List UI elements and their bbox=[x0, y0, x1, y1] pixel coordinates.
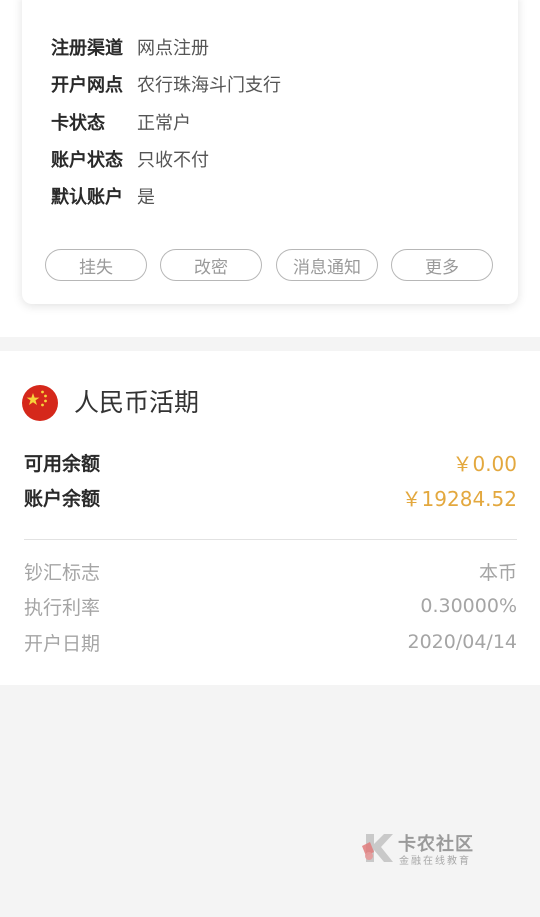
meta-label: 开户日期 bbox=[24, 632, 101, 655]
meta-value: 2020/04/14 bbox=[407, 631, 517, 653]
notification-button[interactable]: 消息通知 bbox=[276, 249, 378, 281]
info-row-card-status: 卡状态 正常户 bbox=[51, 109, 191, 135]
info-row-default-account: 默认账户 是 bbox=[51, 183, 155, 209]
rmb-current-account: 人民币活期 可用余额 ￥0.00 账户余额 ￥19284.52 钞汇标志 本币 … bbox=[0, 351, 540, 685]
watermark-subtitle: 金融在线教育 bbox=[399, 856, 471, 867]
account-balance-label: 账户余额 bbox=[24, 487, 101, 510]
available-balance-value: ￥0.00 bbox=[452, 451, 517, 476]
more-button[interactable]: 更多 bbox=[391, 249, 493, 281]
available-balance-row: 可用余额 ￥0.00 bbox=[24, 448, 517, 476]
meta-label: 钞汇标志 bbox=[24, 561, 101, 584]
section-gap bbox=[0, 337, 540, 351]
account-balance-row: 账户余额 ￥19284.52 bbox=[24, 483, 517, 511]
info-value: 正常户 bbox=[137, 113, 191, 134]
info-value: 只收不付 bbox=[137, 150, 209, 171]
account-balance-value: ￥19284.52 bbox=[401, 486, 517, 511]
info-label: 开户网点 bbox=[51, 75, 123, 96]
china-flag-icon bbox=[22, 385, 58, 421]
divider bbox=[24, 539, 517, 540]
info-row-branch: 开户网点 农行珠海斗门支行 bbox=[51, 71, 281, 97]
interest-rate-row: 执行利率 0.30000% bbox=[24, 593, 517, 619]
meta-label: 执行利率 bbox=[24, 596, 101, 619]
watermark-logo: 卡农社区 金融在线教育 bbox=[360, 828, 490, 868]
info-label: 默认账户 bbox=[51, 187, 123, 208]
currency-flag-row: 钞汇标志 本币 bbox=[24, 558, 517, 584]
info-row-register-channel: 注册渠道 网点注册 bbox=[51, 34, 209, 60]
info-label: 账户状态 bbox=[51, 150, 123, 171]
info-value: 网点注册 bbox=[137, 38, 209, 59]
card-action-buttons: 挂失 改密 消息通知 更多 bbox=[45, 249, 497, 283]
meta-value: 0.30000% bbox=[420, 595, 517, 617]
account-detail-panel: 注册渠道 网点注册 开户网点 农行珠海斗门支行 卡状态 正常户 账户状态 只收不… bbox=[0, 0, 540, 337]
info-value: 是 bbox=[137, 187, 155, 208]
card-info: 注册渠道 网点注册 开户网点 农行珠海斗门支行 卡状态 正常户 账户状态 只收不… bbox=[22, 0, 518, 304]
account-title: 人民币活期 bbox=[74, 388, 200, 417]
report-loss-button[interactable]: 挂失 bbox=[45, 249, 147, 281]
open-date-row: 开户日期 2020/04/14 bbox=[24, 629, 517, 655]
available-balance-label: 可用余额 bbox=[24, 452, 101, 475]
info-value: 农行珠海斗门支行 bbox=[137, 75, 281, 96]
kanong-logo-icon bbox=[362, 834, 393, 862]
change-password-button[interactable]: 改密 bbox=[160, 249, 262, 281]
meta-value: 本币 bbox=[478, 561, 517, 584]
info-row-account-status: 账户状态 只收不付 bbox=[51, 146, 209, 172]
info-label: 注册渠道 bbox=[51, 38, 123, 59]
info-label: 卡状态 bbox=[51, 113, 105, 134]
